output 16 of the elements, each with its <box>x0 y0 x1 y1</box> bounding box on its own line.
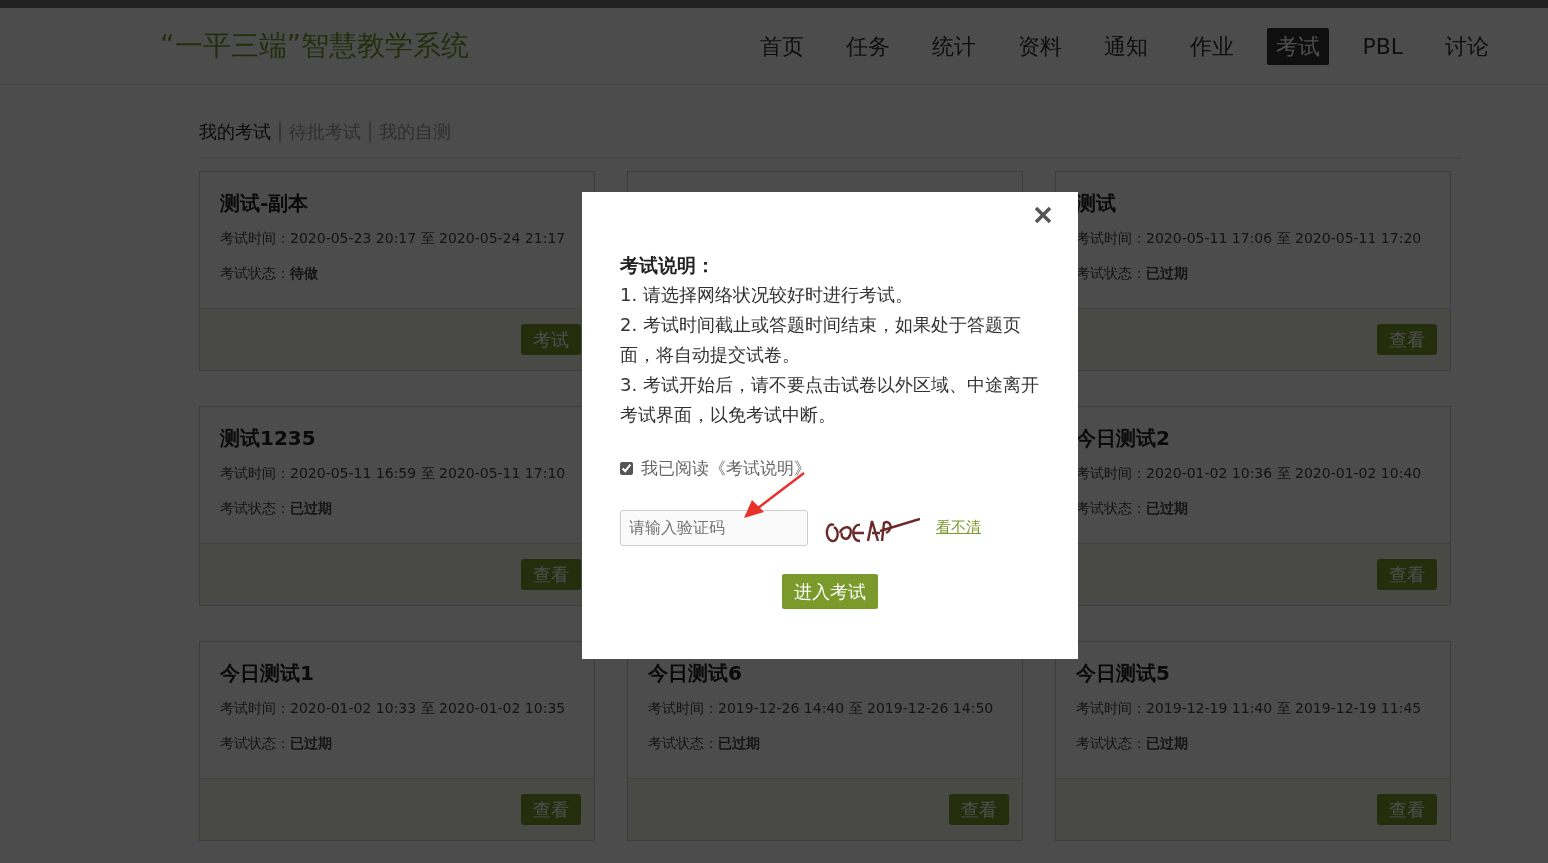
exam-title: 测试1235 <box>220 425 317 452</box>
instruction-text: 1. 请选择网络状况较好时进行考试。 <box>620 283 914 307</box>
enter-exam-button[interactable]: 进入考试 <box>782 573 878 609</box>
close-icon[interactable] <box>1034 206 1052 224</box>
agree-label[interactable]: 我已阅读《考试说明》 <box>641 456 811 482</box>
instruction-text: 2. 考试时间截止或答题时间结束，如果处于答题页面，将自动提交试卷。 <box>620 313 1022 367</box>
exam-title: 测试-副本 <box>220 190 310 217</box>
instruction-text: 3. 考试开始后，请不要点击试卷以外区域、中途离开考试界面，以免考试中断。 <box>620 373 1040 427</box>
instructions-title: 考试说明： <box>620 253 716 278</box>
exam-title: 今日测试2 <box>1076 425 1171 452</box>
captcha-input[interactable]: 请输入验证码 <box>620 509 808 546</box>
refresh-captcha-link[interactable]: 看不清 <box>936 516 981 539</box>
exam-title: 今日测试5 <box>1076 660 1171 687</box>
exam-title: 今日测试6 <box>648 660 743 687</box>
exam-title: 今日测试1 <box>220 660 315 687</box>
agree-checkbox[interactable] <box>620 462 633 476</box>
